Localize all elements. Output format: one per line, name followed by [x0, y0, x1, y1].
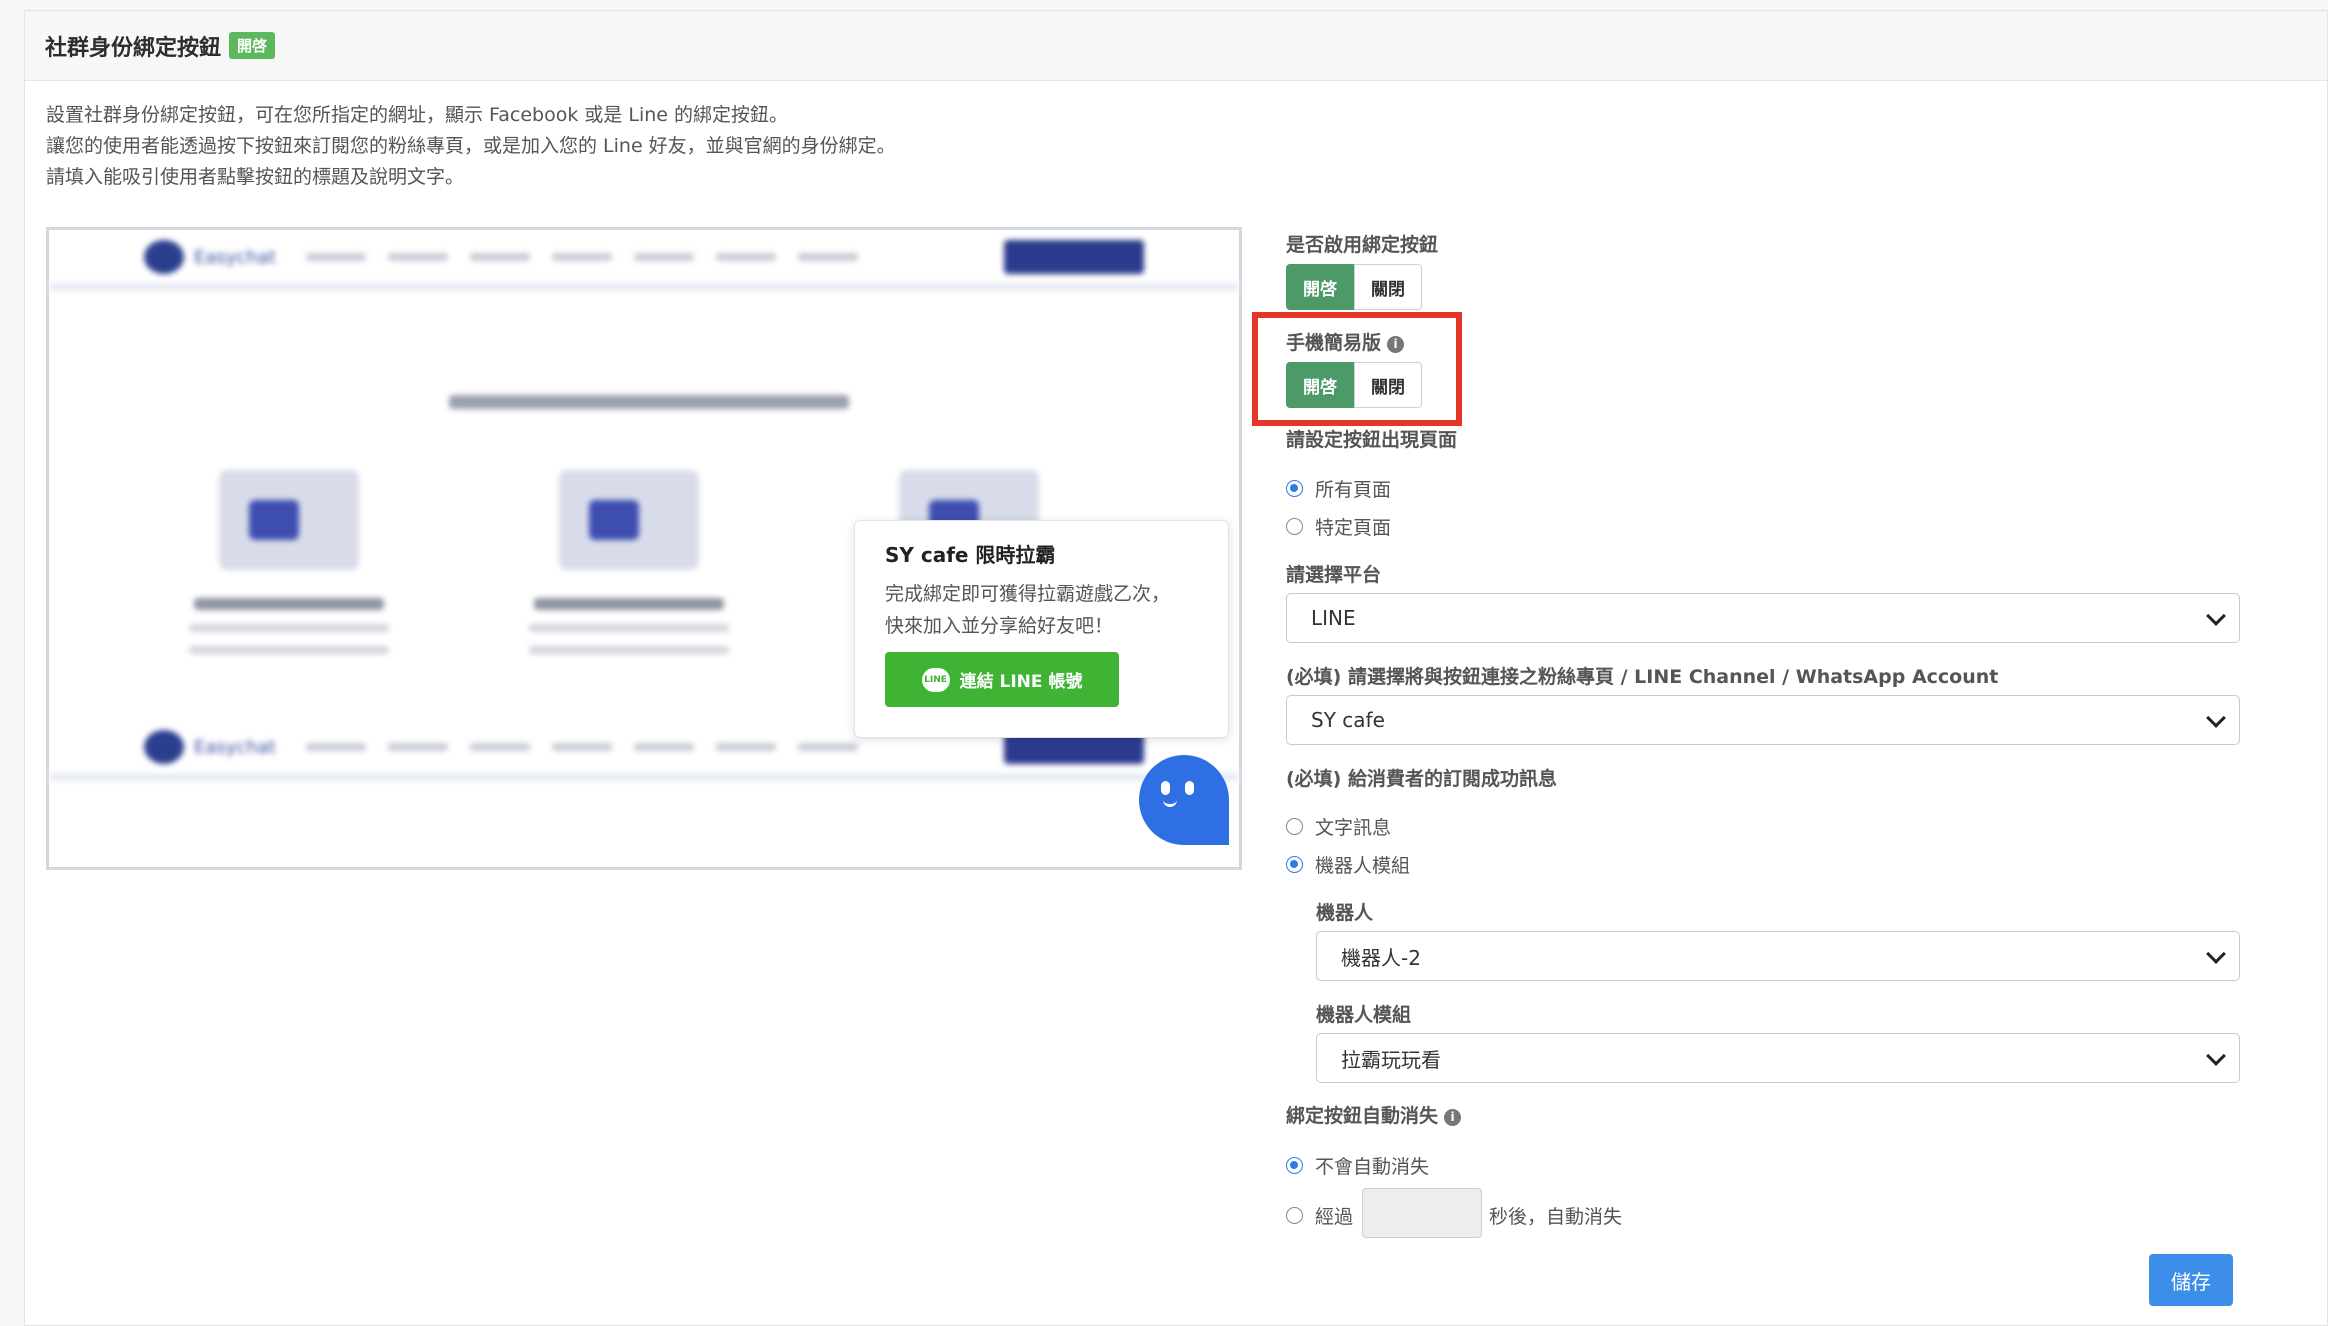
preview-logo-icon [144, 240, 184, 274]
auto-hide-label-text: 綁定按鈕自動消失 [1286, 1105, 1439, 1127]
connect-line-label: 連結 LINE 帳號 [959, 672, 1083, 692]
never-hide-radio[interactable]: 不會自動消失 [1286, 1152, 1429, 1179]
mobile-label: 手機簡易版 i [1286, 328, 1405, 355]
platform-value: LINE [1311, 606, 1356, 630]
bot-value: 機器人-2 [1341, 945, 1421, 970]
radio-label: 所有頁面 [1315, 479, 1392, 501]
popup-body-line: 完成綁定即可獲得拉霸遊戲乙次， [885, 583, 1171, 605]
enable-label: 是否啟用綁定按鈕 [1286, 234, 1439, 256]
hide-after-suffix: 秒後，自動消失 [1489, 1202, 1622, 1229]
enable-off-button[interactable]: 關閉 [1354, 264, 1422, 310]
auto-hide-label: 綁定按鈕自動消失 i [1286, 1101, 1462, 1128]
radio-checked-icon [1286, 1157, 1303, 1174]
text-message-radio[interactable]: 文字訊息 [1286, 813, 1391, 840]
description: 設置社群身份綁定按鈕，可在您所指定的網址，顯示 Facebook 或是 Line… [46, 100, 896, 193]
enable-on-button[interactable]: 開啓 [1286, 264, 1354, 310]
preview-navbar: Easychat [49, 230, 1239, 290]
bot-module-label: 機器人模組 [1316, 1004, 1412, 1026]
panel-header: 社群身份綁定按鈕 開啓 [25, 11, 2327, 81]
pages-specific-radio[interactable]: 特定頁面 [1286, 513, 1391, 540]
preview-nav-button [1004, 240, 1144, 274]
bot-module-radio[interactable]: 機器人模組 [1286, 851, 1410, 878]
radio-checked-icon [1286, 856, 1303, 873]
success-msg-label: (必填) 給消費者的訂閱成功訊息 [1286, 768, 1557, 790]
bot-module-value: 拉霸玩玩看 [1341, 1047, 1441, 1072]
info-icon[interactable]: i [1387, 335, 1405, 353]
radio-label: 經過 [1315, 1206, 1354, 1228]
description-line: 請填入能吸引使用者點擊按鈕的標題及說明文字。 [46, 166, 465, 188]
pages-label: 請設定按鈕出現頁面 [1286, 429, 1458, 451]
radio-label: 機器人模組 [1315, 855, 1411, 877]
description-line: 讓您的使用者能透過按下按鈕來訂閱您的粉絲專頁，或是加入您的 Line 好友，並與… [46, 135, 896, 157]
platform-select[interactable]: LINE [1286, 593, 2240, 643]
save-button[interactable]: 儲存 [2149, 1254, 2233, 1306]
radio-checked-icon [1286, 480, 1303, 497]
pages-all-radio[interactable]: 所有頁面 [1286, 475, 1391, 502]
radio-label: 不會自動消失 [1315, 1156, 1430, 1178]
enable-toggle: 開啓 關閉 [1286, 264, 1422, 310]
radio-label: 特定頁面 [1315, 517, 1392, 539]
panel-title: 社群身份綁定按鈕 [45, 35, 222, 61]
preview-logo-text: Easychat [194, 246, 276, 268]
preview-heading [449, 395, 849, 409]
mobile-label-text: 手機簡易版 [1286, 332, 1382, 354]
hide-after-radio[interactable]: 經過 [1286, 1202, 1353, 1229]
preview-logo-text: Easychat [194, 736, 276, 758]
channel-label: (必填) 請選擇將與按鈕連接之粉絲專頁 / LINE Channel / Wha… [1286, 666, 1999, 688]
bot-label: 機器人 [1316, 902, 1374, 924]
bot-select[interactable]: 機器人-2 [1316, 931, 2240, 981]
suffix-text: 秒後，自動消失 [1489, 1206, 1623, 1228]
connect-line-button[interactable]: LINE 連結 LINE 帳號 [885, 652, 1119, 707]
platform-label: 請選擇平台 [1286, 564, 1382, 586]
channel-select[interactable]: SY cafe [1286, 695, 2240, 745]
chevron-down-icon [2206, 1046, 2226, 1066]
chevron-down-icon [2206, 606, 2226, 626]
radio-label: 文字訊息 [1315, 817, 1392, 839]
binding-popup: SY cafe 限時拉霸 完成綁定即可獲得拉霸遊戲乙次， 快來加入並分享給好友吧… [854, 520, 1229, 738]
description-line: 設置社群身份綁定按鈕，可在您所指定的網址，顯示 Facebook 或是 Line… [46, 104, 789, 126]
radio-unchecked-icon [1286, 518, 1303, 535]
popup-body: 完成綁定即可獲得拉霸遊戲乙次， 快來加入並分享給好友吧！ [885, 578, 1198, 642]
channel-value: SY cafe [1311, 708, 1385, 732]
button-preview: Easychat Easychat SY cafe 限時拉霸 完成綁定即可獲得拉… [46, 227, 1242, 870]
mobile-on-button[interactable]: 開啓 [1286, 362, 1354, 408]
bot-module-select[interactable]: 拉霸玩玩看 [1316, 1033, 2240, 1083]
chevron-down-icon [2206, 944, 2226, 964]
chat-mascot-icon[interactable] [1139, 755, 1229, 845]
popup-title: SY cafe 限時拉霸 [885, 543, 1056, 567]
preview-card [519, 470, 739, 654]
mobile-off-button[interactable]: 關閉 [1354, 362, 1422, 408]
mobile-toggle: 開啓 關閉 [1286, 362, 1422, 408]
line-logo-icon: LINE [921, 667, 950, 692]
radio-unchecked-icon [1286, 818, 1303, 835]
chevron-down-icon [2206, 708, 2226, 728]
preview-card [179, 470, 399, 654]
popup-body-line: 快來加入並分享給好友吧！ [885, 615, 1114, 637]
radio-unchecked-icon [1286, 1207, 1303, 1224]
status-badge: 開啓 [229, 32, 276, 59]
seconds-input[interactable] [1362, 1188, 1482, 1238]
info-icon[interactable]: i [1444, 1108, 1462, 1126]
